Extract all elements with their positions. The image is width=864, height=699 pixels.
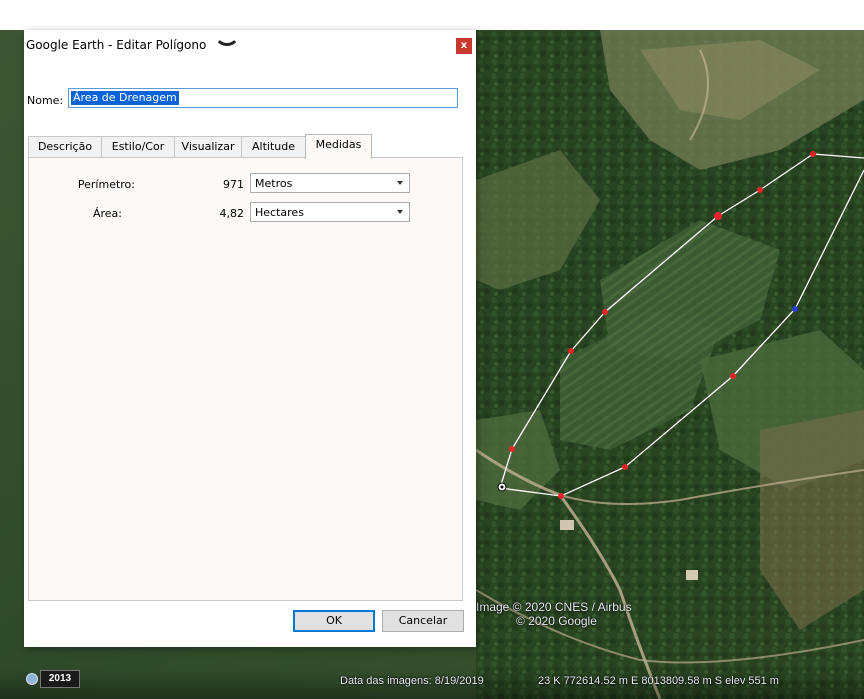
- tab-strip: Descrição Estilo/Cor Visualizar Altitude…: [28, 134, 468, 159]
- edit-polygon-dialog: Google Earth - Editar Polígono x Nome: Á…: [24, 30, 476, 647]
- name-input-value[interactable]: Área de Drenagem: [71, 91, 179, 105]
- vertex-point[interactable]: [810, 151, 816, 157]
- vertex-point[interactable]: [714, 212, 722, 220]
- measurements-panel: Perímetro: 971 Metros Área: 4,82 Hectare…: [28, 157, 463, 601]
- imagery-year-badge[interactable]: 2013: [40, 670, 80, 688]
- chevron-down-icon: [397, 210, 403, 214]
- ok-button[interactable]: OK: [293, 610, 375, 632]
- window-title: Google Earth - Editar Polígono: [26, 38, 207, 52]
- area-label: Área:: [92, 207, 122, 220]
- tab-medidas[interactable]: Medidas: [305, 134, 372, 159]
- close-button[interactable]: x: [456, 38, 472, 54]
- perimeter-label: Perímetro:: [77, 178, 135, 191]
- chevron-down-icon: [397, 181, 403, 185]
- historical-imagery-icon[interactable]: [26, 673, 38, 685]
- active-vertex-point[interactable]: [792, 306, 798, 312]
- area-unit-select[interactable]: Hectares: [250, 202, 410, 222]
- loading-spinner-icon: [214, 20, 240, 46]
- vertex-point[interactable]: [757, 187, 763, 193]
- perimeter-unit-select[interactable]: Metros: [250, 173, 410, 193]
- area-value: 4,82: [219, 207, 245, 220]
- tab-descricao[interactable]: Descrição: [28, 136, 102, 158]
- vertex-point[interactable]: [730, 373, 736, 379]
- tab-visualizar[interactable]: Visualizar: [174, 136, 242, 158]
- area-unit: Hectares: [255, 206, 304, 219]
- cursor-coordinates: 23 K 772614.52 m E 8013809.58 m S elev 5…: [538, 675, 779, 687]
- vertex-point[interactable]: [568, 348, 574, 354]
- google-credit: © 2020 Google: [516, 614, 597, 628]
- vertex-point[interactable]: [602, 309, 608, 315]
- imagery-credit: Image © 2020 CNES / Airbus: [476, 600, 632, 614]
- vertex-point[interactable]: [558, 493, 564, 499]
- tab-estilo-cor[interactable]: Estilo/Cor: [101, 136, 175, 158]
- name-label: Nome:: [27, 94, 64, 107]
- tab-altitude[interactable]: Altitude: [241, 136, 306, 158]
- title-bar[interactable]: Google Earth - Editar Polígono x: [24, 30, 476, 60]
- perimeter-unit: Metros: [255, 177, 293, 190]
- vertex-point[interactable]: [509, 446, 515, 452]
- perimeter-value: 971: [223, 178, 244, 191]
- imagery-date: Data das imagens: 8/19/2019: [340, 675, 484, 687]
- vertex-point[interactable]: [622, 464, 628, 470]
- cancel-button[interactable]: Cancelar: [382, 610, 464, 632]
